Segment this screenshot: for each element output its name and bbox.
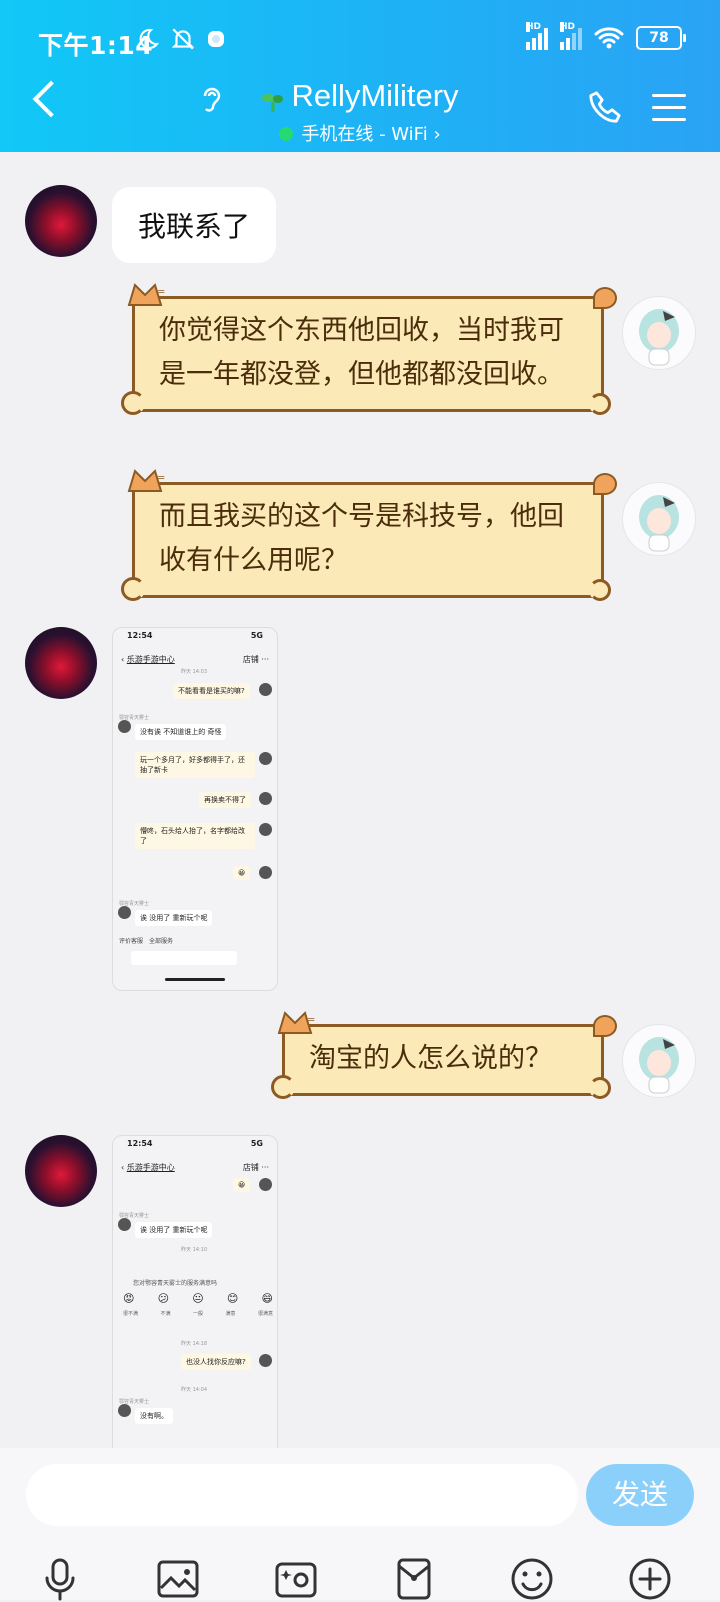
send-button[interactable]: 发送 — [586, 1464, 694, 1526]
sprout-icon — [262, 93, 284, 112]
cat-ears-icon: = — [127, 283, 165, 306]
bell-muted-icon — [171, 28, 195, 50]
message-bubble[interactable]: 我联系了 — [112, 187, 277, 263]
moon-icon — [139, 28, 160, 49]
svg-text:=: = — [307, 1015, 315, 1026]
self-avatar[interactable] — [622, 482, 696, 556]
microphone-icon[interactable] — [37, 1556, 83, 1602]
message-bubble-cat[interactable]: = 而且我买的这个号是科技号，他回收有什么用呢？ — [121, 469, 617, 601]
qq-notify-icon — [208, 31, 224, 47]
signal-1-icon: HD — [526, 22, 548, 50]
plus-icon[interactable] — [627, 1556, 673, 1602]
image-icon[interactable] — [155, 1556, 201, 1602]
signal-2-icon: HD — [560, 22, 582, 50]
cat-ears-icon: = — [277, 1011, 315, 1034]
message-bubble-cat[interactable]: = 淘宝的人怎么说的？ — [271, 1011, 617, 1099]
screenshot-image[interactable]: 12:54 5G ‹ 乐游手游中心 店铺 ··· 昨天 14:03 不能看看是谁买的… — [112, 627, 278, 991]
input-bar: 发送 — [0, 1448, 720, 1602]
message-input[interactable] — [26, 1464, 578, 1526]
phone-call-icon[interactable] — [588, 90, 622, 124]
chat-header: 下午1:14 HD HD 78 RellyMilitery 手机在线 - WiF… — [0, 0, 720, 152]
wifi-icon — [594, 27, 624, 49]
cat-ears-icon: = — [127, 469, 165, 492]
svg-text:=: = — [157, 473, 165, 484]
message-bubble-cat[interactable]: = 你觉得这个东西他回收，当时我可是一年都没登，但他都都没回收。 — [121, 283, 617, 415]
contact-avatar[interactable] — [25, 627, 97, 699]
svg-text:=: = — [157, 287, 165, 298]
contact-avatar[interactable] — [25, 1135, 97, 1207]
screenshot-image[interactable]: 12:54 5G ‹ 乐游手游中心 店铺 ··· 😀 鄂容青天雾士 诶 没用了 重新… — [112, 1135, 278, 1466]
menu-button[interactable] — [652, 94, 686, 130]
contact-avatar[interactable] — [25, 185, 97, 257]
camera-icon[interactable] — [273, 1556, 319, 1602]
emoji-icon[interactable] — [509, 1556, 555, 1602]
self-avatar[interactable] — [622, 1024, 696, 1098]
online-dot-icon — [279, 127, 294, 141]
red-packet-icon[interactable] — [391, 1556, 437, 1602]
self-avatar[interactable] — [622, 296, 696, 370]
status-bar: 下午1:14 HD HD 78 — [0, 20, 720, 64]
battery-indicator: 78 — [636, 26, 686, 50]
chat-title[interactable]: RellyMilitery — [291, 78, 458, 113]
